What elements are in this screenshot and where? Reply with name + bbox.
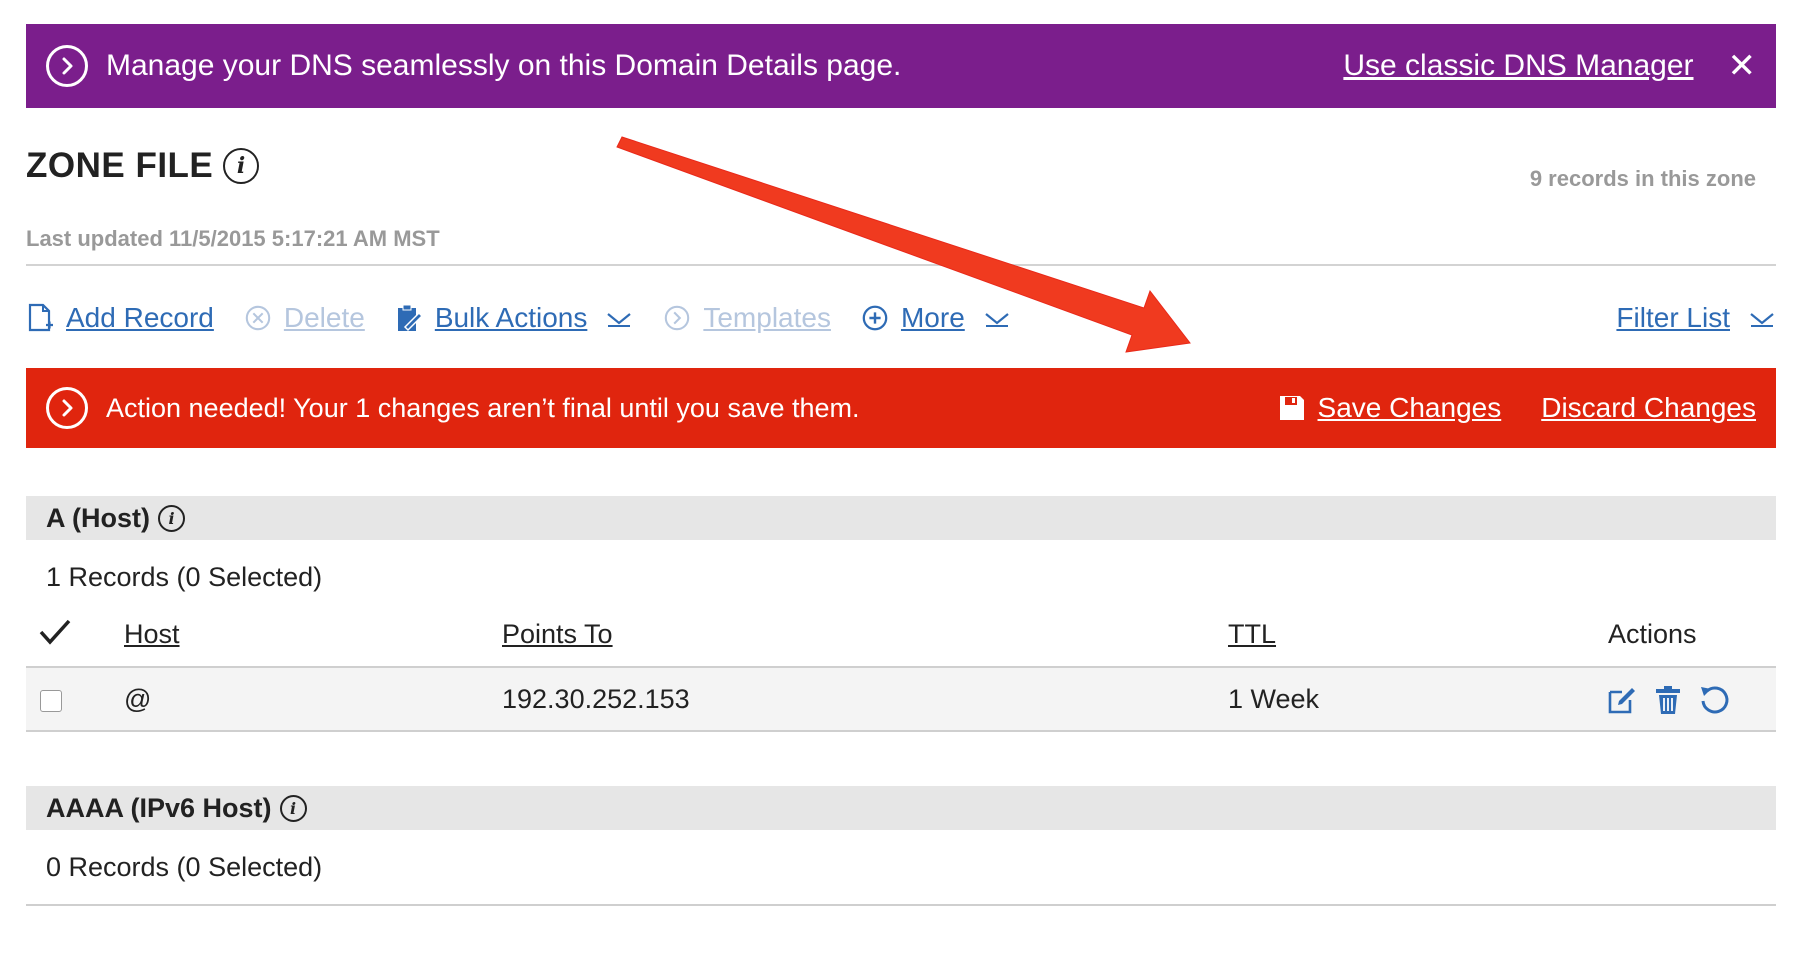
add-record-button[interactable]: Add Record xyxy=(26,302,214,334)
table-header: Host Points To TTL Actions xyxy=(26,605,1776,665)
alert-message: Action needed! Your 1 changes aren’t fin… xyxy=(106,392,860,423)
points-to-cell: 192.30.252.153 xyxy=(502,684,690,714)
column-header-actions: Actions xyxy=(1608,619,1697,649)
filter-list-dropdown[interactable]: Filter List xyxy=(1616,302,1776,334)
column-header-host[interactable]: Host xyxy=(124,619,180,650)
info-icon[interactable]: i xyxy=(223,148,260,184)
save-changes-label: Save Changes xyxy=(1317,392,1502,423)
zone-file-title: ZONE FILE xyxy=(26,146,214,185)
info-icon[interactable]: i xyxy=(279,794,307,822)
trash-icon[interactable] xyxy=(1652,684,1684,716)
checkmark-icon[interactable] xyxy=(38,617,72,647)
delete-button[interactable]: Delete xyxy=(244,302,365,334)
bulk-actions-dropdown[interactable]: Bulk Actions xyxy=(395,302,634,334)
row-checkbox[interactable] xyxy=(40,690,62,712)
plus-circle-icon xyxy=(862,305,888,331)
undo-icon[interactable] xyxy=(1698,684,1730,716)
table-row: @ 192.30.252.153 1 Week xyxy=(26,666,1776,732)
column-header-points-to[interactable]: Points To xyxy=(502,619,613,650)
discard-changes-button[interactable]: Discard Changes xyxy=(1541,392,1756,424)
chevron-right-circle-icon xyxy=(46,387,88,429)
zone-content: ZONE FILE i 9 records in this zone Last … xyxy=(26,0,1776,970)
templates-label: Templates xyxy=(703,302,831,333)
filter-list-label: Filter List xyxy=(1616,302,1730,333)
add-record-label: Add Record xyxy=(66,302,214,333)
divider xyxy=(26,904,1776,906)
section-a-host-header: A (Host) i xyxy=(26,496,1776,540)
edit-icon[interactable] xyxy=(1606,684,1638,716)
records-selected-count: 0 Records (0 Selected) xyxy=(46,852,323,882)
chevron-down-icon xyxy=(1750,313,1774,327)
more-dropdown[interactable]: More xyxy=(861,302,1011,334)
save-changes-button[interactable]: Save Changes xyxy=(1278,392,1502,424)
chevron-right-circle-icon xyxy=(665,305,690,331)
section-aaaa-header: AAAA (IPv6 Host) i xyxy=(26,786,1776,830)
section-title: A (Host) xyxy=(46,502,150,533)
templates-button[interactable]: Templates xyxy=(663,302,831,334)
bulk-actions-label: Bulk Actions xyxy=(434,302,588,333)
divider xyxy=(26,264,1776,266)
toolbar: Add Record Delete Bulk Actions Templates… xyxy=(26,296,1776,340)
clipboard-edit-icon xyxy=(397,304,423,332)
chevron-down-icon xyxy=(607,313,632,327)
floppy-disk-icon xyxy=(1279,396,1304,420)
close-circle-icon xyxy=(245,305,271,331)
records-count: 9 records in this zone xyxy=(1529,166,1756,191)
records-selected-count: 1 Records (0 Selected) xyxy=(46,562,323,592)
action-needed-alert: Action needed! Your 1 changes aren’t fin… xyxy=(26,368,1776,448)
section-title: AAAA (IPv6 Host) xyxy=(46,792,272,823)
info-icon[interactable]: i xyxy=(157,504,185,532)
column-header-ttl[interactable]: TTL xyxy=(1228,619,1276,650)
last-updated: Last updated 11/5/2015 5:17:21 AM MST xyxy=(26,226,440,251)
add-document-icon xyxy=(28,303,53,332)
page-title: ZONE FILE i xyxy=(26,146,260,186)
more-label: More xyxy=(900,302,965,333)
host-cell: @ xyxy=(124,684,152,714)
ttl-cell: 1 Week xyxy=(1228,684,1320,714)
delete-label: Delete xyxy=(283,302,365,333)
chevron-down-icon xyxy=(985,313,1009,327)
